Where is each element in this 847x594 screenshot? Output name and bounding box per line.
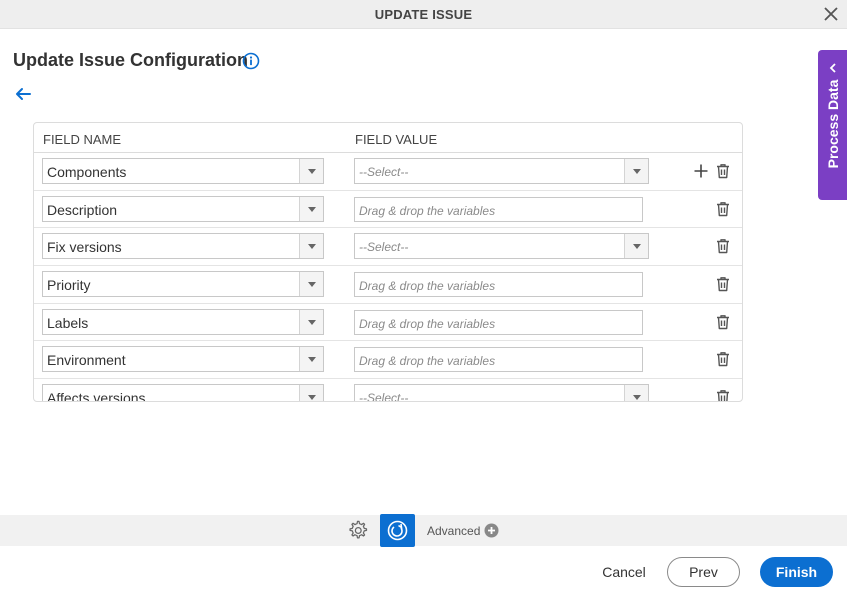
field-name-value: Affects versions	[47, 390, 146, 402]
field-name-select[interactable]: Description	[42, 195, 324, 222]
field-name-select[interactable]: Fix versions	[42, 233, 324, 260]
process-data-label: Process Data	[825, 79, 841, 169]
grid-header: FIELD NAME FIELD VALUE	[34, 123, 742, 153]
refresh-icon	[387, 520, 408, 541]
chevron-down-icon[interactable]	[299, 159, 323, 183]
dialog-title: UPDATE ISSUE	[374, 7, 473, 22]
field-name-value: Components	[47, 164, 127, 180]
table-row: Environment Drag & drop the variables	[34, 341, 742, 380]
field-name-select[interactable]: Priority	[42, 271, 324, 298]
field-name-value: Description	[47, 201, 118, 218]
field-name-value: Environment	[47, 352, 126, 369]
close-icon[interactable]	[821, 4, 841, 24]
table-row: Priority Drag & drop the variables	[34, 266, 742, 304]
chevron-down-icon[interactable]	[299, 347, 323, 372]
header-field-name: FIELD NAME	[43, 132, 122, 147]
chevron-down-icon[interactable]	[624, 385, 648, 401]
chevron-down-icon[interactable]	[299, 385, 323, 401]
table-row: Components --Select--	[34, 153, 742, 191]
field-name-select[interactable]: Environment	[42, 346, 324, 373]
chevron-down-icon[interactable]	[299, 196, 323, 221]
field-value-input[interactable]: Drag & drop the variables	[354, 347, 643, 373]
field-grid: FIELD NAME FIELD VALUE Components --Sele…	[33, 122, 743, 402]
advanced-bar	[0, 515, 847, 546]
grid-rows: Components --Select-- Description Drag &…	[34, 153, 742, 402]
chevron-down-icon[interactable]	[299, 309, 323, 334]
field-value-input[interactable]: Drag & drop the variables	[354, 272, 643, 298]
field-value-placeholder: --Select--	[359, 240, 409, 255]
field-name-value: Labels	[47, 314, 89, 331]
process-data-tab[interactable]: Process Data	[818, 50, 847, 200]
field-value-placeholder: Drag & drop the variables	[359, 279, 496, 294]
field-value-select[interactable]: --Select--	[354, 233, 649, 260]
field-value-input[interactable]: Drag & drop the variables	[354, 196, 643, 222]
advanced-label[interactable]: Advanced	[427, 524, 480, 538]
field-value-placeholder: Drag & drop the variables	[359, 203, 496, 218]
trash-icon[interactable]	[714, 275, 732, 293]
add-row-icon[interactable]	[693, 163, 709, 179]
dialog-titlebar: UPDATE ISSUE	[0, 0, 847, 29]
page-title: Update Issue Configuration	[13, 50, 249, 70]
info-icon[interactable]	[242, 52, 260, 70]
trash-icon[interactable]	[714, 350, 732, 368]
field-name-value: Fix versions	[47, 239, 122, 256]
trash-icon[interactable]	[714, 200, 732, 218]
field-value-placeholder: Drag & drop the variables	[359, 316, 496, 331]
field-value-select[interactable]: --Select--	[354, 158, 649, 184]
field-value-input[interactable]: Drag & drop the variables	[354, 309, 643, 335]
table-row: Description Drag & drop the variables	[34, 191, 742, 229]
finish-button[interactable]: Finish	[760, 557, 833, 587]
chevron-down-icon[interactable]	[299, 234, 323, 259]
table-row: Labels Drag & drop the variables	[34, 304, 742, 342]
field-name-select[interactable]: Labels	[42, 308, 324, 335]
field-name-select[interactable]: Components	[42, 158, 324, 184]
trash-icon[interactable]	[714, 237, 732, 255]
refresh-button[interactable]	[380, 514, 415, 547]
trash-icon[interactable]	[714, 313, 732, 331]
trash-icon[interactable]	[714, 388, 732, 401]
field-name-select[interactable]: Affects versions	[42, 384, 324, 402]
table-row: Affects versions --Select--	[34, 379, 742, 402]
plus-circle-icon[interactable]	[484, 523, 499, 538]
field-value-placeholder: --Select--	[359, 391, 409, 402]
field-value-select[interactable]: --Select--	[354, 384, 649, 402]
cancel-button[interactable]: Cancel	[596, 557, 652, 587]
chevron-down-icon[interactable]	[299, 272, 323, 297]
field-value-placeholder: Drag & drop the variables	[359, 354, 496, 369]
prev-button[interactable]: Prev	[667, 557, 740, 587]
table-row: Fix versions --Select--	[34, 228, 742, 267]
back-arrow-icon[interactable]	[14, 86, 32, 102]
chevron-down-icon[interactable]	[624, 234, 648, 259]
header-field-value: FIELD VALUE	[355, 132, 438, 147]
chevron-down-icon[interactable]	[624, 159, 648, 183]
field-name-value: Priority	[47, 277, 91, 294]
gear-icon[interactable]	[346, 519, 369, 542]
trash-icon[interactable]	[714, 162, 732, 180]
field-value-placeholder: --Select--	[359, 165, 409, 179]
